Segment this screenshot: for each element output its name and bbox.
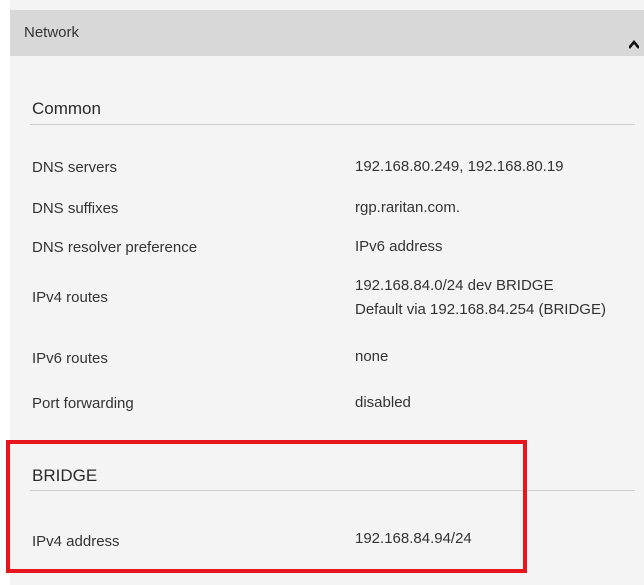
port-forwarding-label: Port forwarding [32,395,134,412]
panel-title: Network [24,24,80,41]
chevron-up-icon[interactable] [628,36,640,49]
ipv4-address-value: 192.168.84.94/24 [355,527,472,551]
port-forwarding-value: disabled [355,391,411,415]
ipv4-routes-label: IPv4 routes [32,289,108,306]
network-panel: Network Common DNS servers 192.168.80.24… [10,0,644,585]
bridge-section-title: BRIDGE [32,466,98,485]
ipv6-routes-label: IPv6 routes [32,350,108,367]
ipv4-routes-value-line: 192.168.84.0/24 dev BRIDGE [355,277,554,294]
port-forwarding-value-line: disabled [355,394,411,411]
section-divider [30,124,635,125]
dns-suffixes-value: rgp.raritan.com. [355,196,460,220]
dns-suffixes-label: DNS suffixes [32,200,119,217]
dns-resolver-preference-value: IPv6 address [355,235,443,259]
dns-resolver-preference-value-line: IPv6 address [355,238,443,255]
ipv6-routes-value-line: none [355,348,389,365]
ipv4-address-label: IPv4 address [32,533,120,550]
panel-header[interactable]: Network [10,10,644,56]
dns-resolver-preference-label: DNS resolver preference [32,239,198,256]
dns-suffixes-value-line: rgp.raritan.com. [355,199,461,216]
dns-servers-value-line: 192.168.80.249, 192.168.80.19 [355,158,564,175]
ipv4-routes-value-line: Default via 192.168.84.254 (BRIDGE) [355,301,606,318]
ipv4-address-value-line: 192.168.84.94/24 [355,530,472,547]
dns-servers-label: DNS servers [32,159,118,176]
dns-servers-value: 192.168.80.249, 192.168.80.19 [355,155,564,179]
common-section-title: Common [32,99,101,118]
ipv4-routes-value: 192.168.84.0/24 dev BRIDGE Default via 1… [355,274,606,322]
section-divider [30,490,635,491]
ipv6-routes-value: none [355,345,388,369]
